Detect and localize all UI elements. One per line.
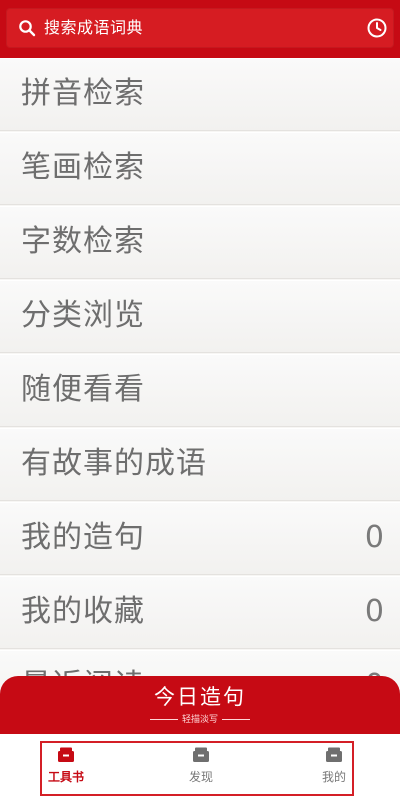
divider (222, 719, 250, 720)
menu-item-label: 随便看看 (21, 372, 145, 407)
menu-item-label: 我的造句 (21, 520, 145, 555)
tab-discover[interactable]: 发现 (171, 744, 231, 794)
menu-item-idioms-with-stories[interactable]: 有故事的成语 (0, 428, 400, 501)
menu-item-category-browse[interactable]: 分类浏览 (0, 280, 400, 353)
daily-sentence-banner[interactable]: 今日造句 轻描淡写 (0, 676, 400, 734)
banner-subtitle-row: 轻描淡写 (0, 714, 400, 726)
menu-item-char-count-search[interactable]: 字数检索 (0, 206, 400, 279)
tab-toolbook[interactable]: 工具书 (36, 744, 96, 794)
menu-item-label: 分类浏览 (21, 298, 145, 333)
menu-item-my-sentences[interactable]: 我的造句 0 (0, 502, 400, 575)
toolbox-icon (58, 747, 74, 762)
banner-subtitle: 轻描淡写 (181, 715, 218, 725)
menu-item-my-favorites[interactable]: 我的收藏 0 (0, 576, 400, 649)
menu-item-label: 我的收藏 (21, 594, 145, 629)
menu-item-count: 0 (364, 520, 384, 555)
search-placeholder: 搜索成语词典 (44, 18, 144, 37)
menu-item-count: 0 (364, 594, 384, 629)
toolbox-icon (326, 747, 342, 762)
search-icon (19, 20, 36, 37)
menu-item-pinyin-search[interactable]: 拼音检索 (0, 58, 400, 131)
menu-item-stroke-search[interactable]: 笔画检索 (0, 132, 400, 205)
divider (149, 719, 178, 720)
bottom-tab-bar: 工具书 发现 我的 (0, 734, 400, 804)
history-clock-icon[interactable] (366, 17, 388, 39)
menu-item-label: 拼音检索 (21, 76, 145, 111)
menu-item-label: 字数检索 (21, 224, 145, 259)
tab-label: 我的 (321, 770, 346, 784)
tab-label: 发现 (188, 770, 213, 784)
menu-item-random[interactable]: 随便看看 (0, 354, 400, 427)
banner-title: 今日造句 (154, 685, 246, 709)
menu-item-label: 有故事的成语 (21, 446, 207, 481)
tab-label: 工具书 (47, 770, 84, 784)
menu-item-label: 笔画检索 (21, 150, 145, 185)
search-input[interactable]: 搜索成语词典 (6, 8, 394, 48)
top-bar: 搜索成语词典 (0, 0, 400, 58)
tab-me[interactable]: 我的 (304, 744, 364, 794)
toolbox-icon (193, 747, 209, 762)
menu-list: 拼音检索 笔画检索 字数检索 分类浏览 随便看看 有故事的成语 我的造句 0 我… (0, 58, 400, 678)
menu-item-recent-reading[interactable]: 最近阅读 0 (0, 650, 400, 678)
